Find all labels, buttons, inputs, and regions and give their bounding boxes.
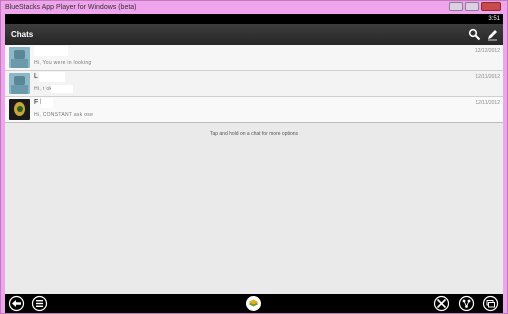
compose-icon[interactable] xyxy=(486,28,499,41)
chat-date: 12/11/2012 xyxy=(475,74,500,80)
android-status-bar: 3:51 xyxy=(5,14,503,24)
maximize-button[interactable] xyxy=(465,2,479,11)
chat-preview: Hi, You were in looking xyxy=(34,60,92,66)
redaction-mask xyxy=(39,72,65,82)
bluestacks-home-icon[interactable] xyxy=(245,295,262,312)
avatar xyxy=(9,47,30,68)
chat-row[interactable]: Hi, You were in looking 12/12/2012 xyxy=(5,45,503,71)
window-title: BlueStacks App Player for Windows (beta) xyxy=(5,4,137,11)
chat-row[interactable]: F ly Hi, CONSTANT ask ose 12/11/2012 xyxy=(5,97,503,123)
status-time: 3:51 xyxy=(488,16,500,22)
list-hint: Tap and hold on a chat for more options xyxy=(209,131,299,137)
chat-list: Hi, You were in looking 12/12/2012 L t H… xyxy=(5,45,503,294)
chat-row[interactable]: L t Hi, r ok ose 12/11/2012 xyxy=(5,71,503,97)
avatar xyxy=(9,73,30,94)
recent-apps-icon[interactable] xyxy=(482,295,499,312)
menu-icon[interactable] xyxy=(31,295,48,312)
chat-preview: Hi, CONSTANT ask ose xyxy=(34,112,94,118)
redaction-mask xyxy=(41,98,53,108)
settings-tools-icon[interactable] xyxy=(433,295,450,312)
chat-date: 12/11/2012 xyxy=(475,100,500,106)
window-controls xyxy=(449,2,501,12)
close-window-button[interactable] xyxy=(481,2,501,11)
chat-date: 12/12/2012 xyxy=(474,48,500,54)
redaction-mask xyxy=(51,85,73,93)
navigation-bar xyxy=(5,294,503,313)
search-icon[interactable] xyxy=(468,28,481,41)
page-title: Chats xyxy=(11,30,34,39)
avatar xyxy=(9,99,30,120)
app-window: BlueStacks App Player for Windows (beta)… xyxy=(0,0,508,314)
share-icon[interactable] xyxy=(458,295,475,312)
action-bar: Chats xyxy=(5,24,503,45)
minimize-button[interactable] xyxy=(449,2,463,11)
redaction-mask xyxy=(34,46,68,56)
back-icon[interactable] xyxy=(8,295,25,312)
